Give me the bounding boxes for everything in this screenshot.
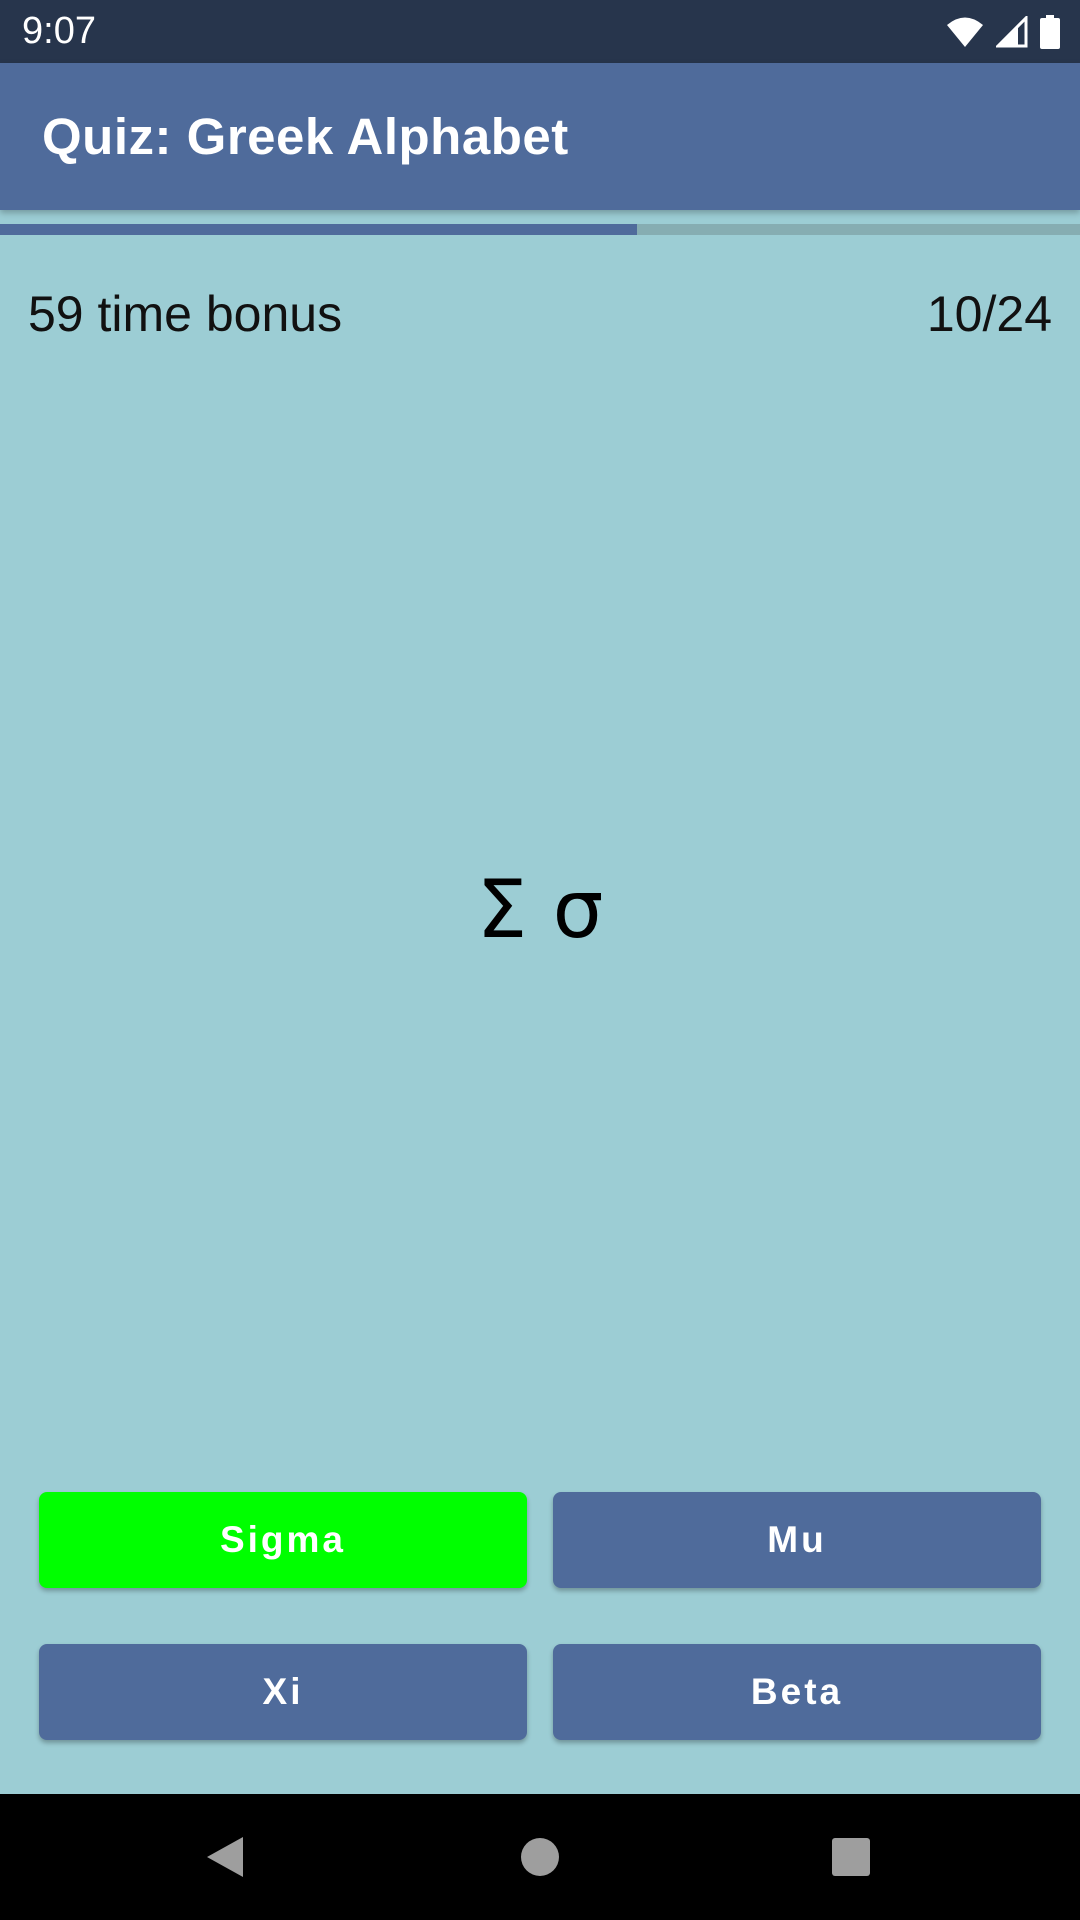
quiz-progress-bar	[0, 224, 1080, 235]
navigation-bar	[0, 1794, 1080, 1920]
question-counter: 10/24	[926, 286, 1052, 342]
answer-button-xi[interactable]: Xi	[39, 1644, 527, 1740]
quiz-screen: 9:07 Quiz: Greek Alphabet 59 time bonus …	[0, 0, 1080, 1920]
home-icon[interactable]	[507, 1824, 573, 1890]
question-letter: Σ σ	[476, 863, 604, 956]
progress-fill	[0, 224, 638, 235]
answer-button-mu[interactable]: Mu	[553, 1492, 1041, 1588]
time-bonus-label: 59 time bonus	[28, 286, 343, 342]
signal-icon	[996, 16, 1028, 48]
page-title: Quiz: Greek Alphabet	[42, 108, 569, 165]
status-time: 9:07	[22, 10, 96, 52]
status-bar: 9:07	[0, 0, 1080, 63]
back-icon[interactable]	[192, 1824, 258, 1890]
status-icons	[946, 12, 1060, 52]
wifi-icon	[946, 16, 984, 48]
app-bar: Quiz: Greek Alphabet	[0, 63, 1080, 210]
answer-button-sigma[interactable]: Sigma	[39, 1492, 527, 1588]
battery-icon	[1040, 15, 1060, 49]
recents-icon[interactable]	[818, 1824, 884, 1890]
answer-button-beta[interactable]: Beta	[553, 1644, 1041, 1740]
